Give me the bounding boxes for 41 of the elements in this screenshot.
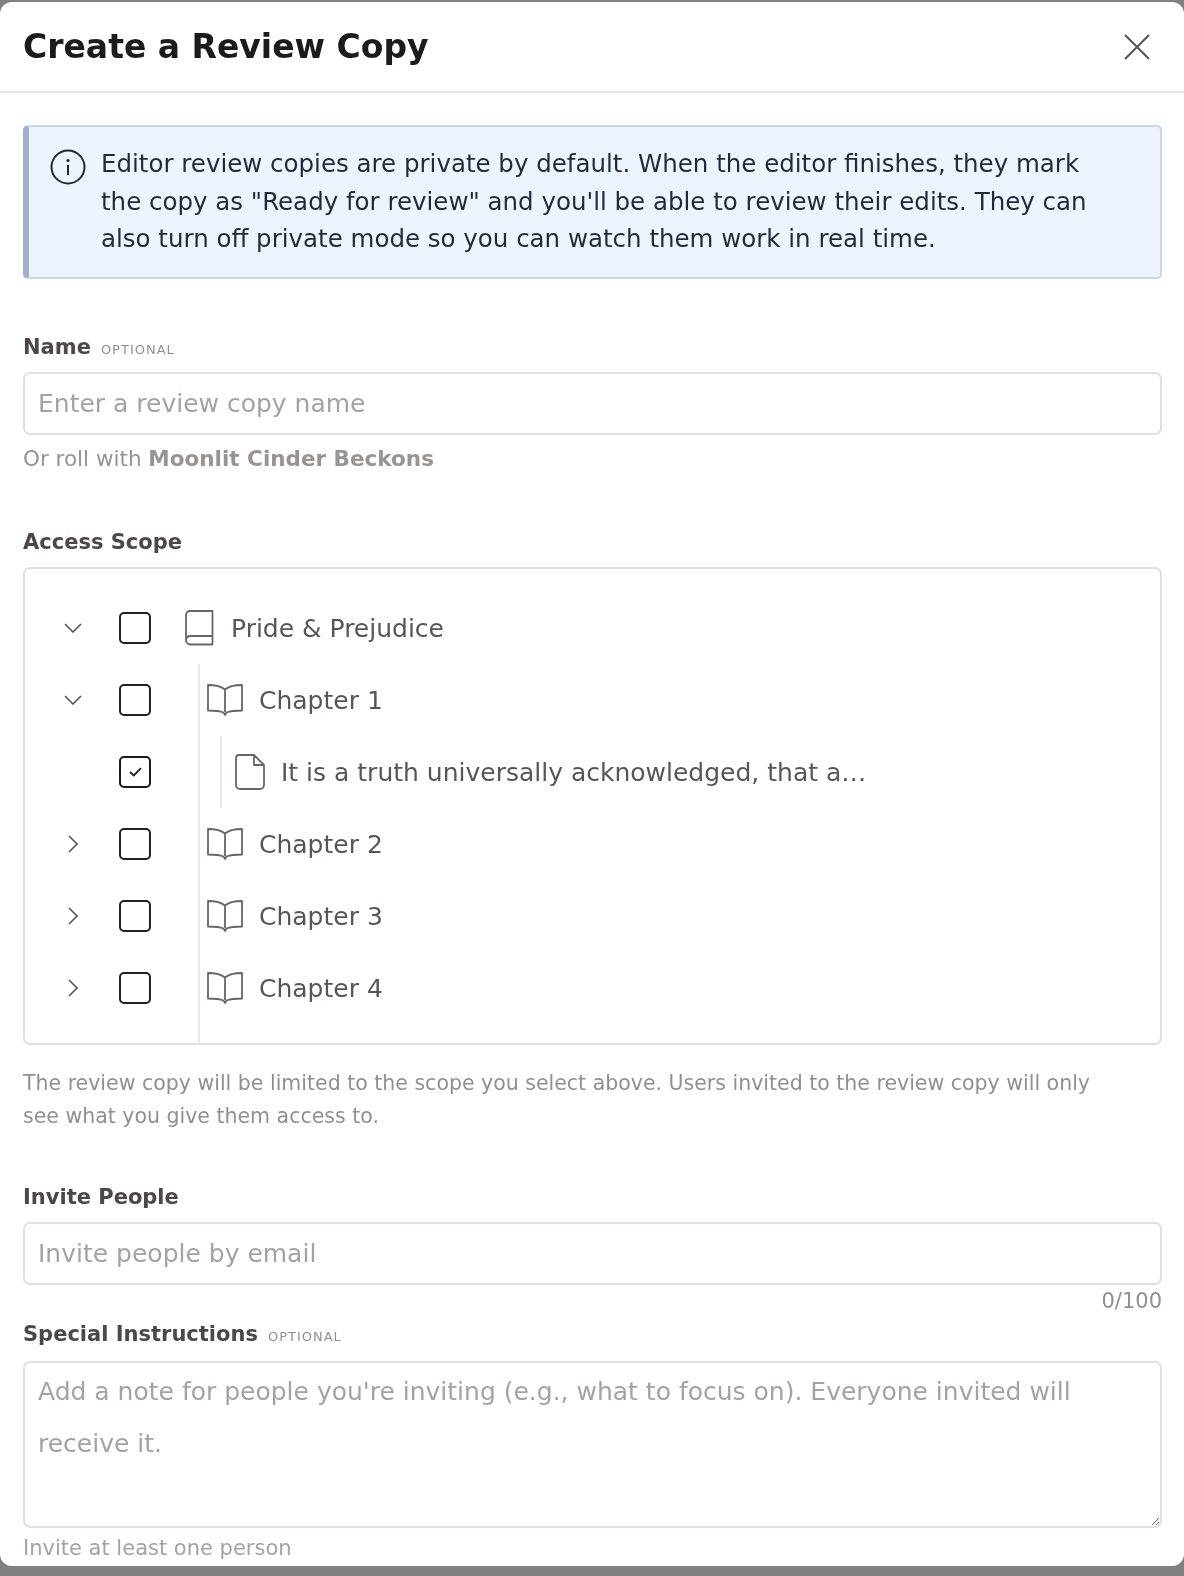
open-book-icon — [207, 684, 243, 716]
dialog-title: Create a Review Copy — [23, 27, 429, 66]
checkbox[interactable] — [119, 612, 151, 644]
section-label: Access Scope — [23, 529, 182, 556]
open-book-icon — [207, 900, 243, 932]
instructions-text-area[interactable]: Add a note for people you're inviting (e.g., what to focus on). Everyone invited will receive it. — [23, 1361, 1162, 1528]
tree-item-label[interactable]: Chapter 4 — [259, 973, 383, 1003]
validation-hint-text: Invite at least one person — [23, 1535, 293, 1562]
field-label: Special Instructions — [23, 1321, 258, 1348]
chevron-down-icon[interactable] — [64, 623, 82, 633]
optional-tag: OPTIONAL — [267, 1323, 342, 1351]
name-input-field[interactable]: Enter a review copy name — [23, 372, 1162, 435]
field-label: Invite People — [23, 1184, 179, 1211]
checkmark-icon — [128, 767, 142, 777]
chevron-right-icon[interactable] — [68, 835, 78, 853]
checkbox[interactable] — [119, 828, 151, 860]
tree-item-label[interactable]: Chapter 1 — [259, 685, 383, 715]
tree-item-label[interactable]: Chapter 2 — [259, 829, 383, 859]
open-book-icon — [207, 972, 243, 1004]
info-icon — [50, 149, 86, 185]
book-icon — [185, 610, 215, 646]
character-counter: 0/100 — [1100, 1289, 1162, 1313]
email-input-field[interactable]: Invite people by email — [23, 1222, 1162, 1285]
chevron-right-icon[interactable] — [68, 907, 78, 925]
checkbox[interactable] — [119, 684, 151, 716]
optional-tag: OPTIONAL — [100, 336, 175, 364]
checkbox[interactable] — [119, 972, 151, 1004]
checkbox[interactable] — [119, 756, 151, 788]
chevron-right-icon[interactable] — [68, 979, 78, 997]
document-icon — [235, 754, 265, 790]
checkbox[interactable] — [119, 900, 151, 932]
field-label: Name — [23, 334, 91, 361]
info-text: Editor review copies are private by default. When the editor finishes, they mark the copy as "Ready for review" and you'll be able to review their edits. They can also turn off private mode so you can watch them work in real time. — [101, 148, 1088, 255]
chevron-down-icon[interactable] — [64, 695, 82, 705]
scope-hint-text: The review copy will be limited to the scope you select above. Users invited to the review copy will only see what you give them access to. — [23, 1070, 1091, 1130]
tree-item-label[interactable]: Chapter 3 — [259, 901, 383, 931]
tree-item-label[interactable]: Pride & Prejudice — [231, 613, 444, 643]
open-book-icon — [207, 828, 243, 860]
tree-item-label[interactable]: It is a truth universally acknowledged, that a… — [281, 757, 867, 787]
name-suggestion-text: Or roll with Moonlit Cinder Beckons — [23, 445, 435, 473]
close-icon — [1124, 33, 1150, 60]
